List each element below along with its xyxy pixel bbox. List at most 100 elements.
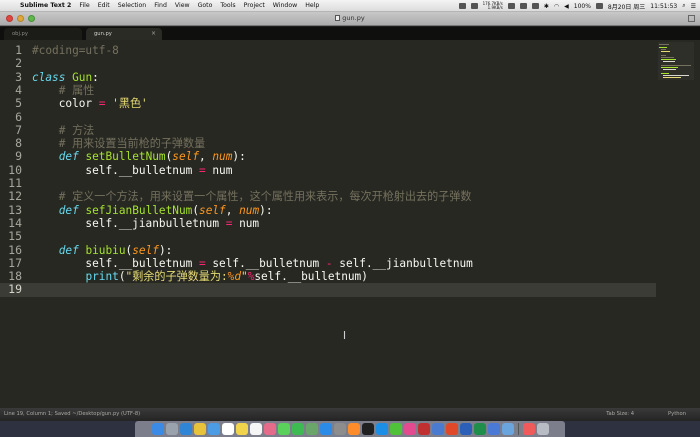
menu-help[interactable]: Help xyxy=(301,2,323,9)
code-line[interactable]: 3 class Gun: xyxy=(0,70,656,84)
launchpad-icon[interactable] xyxy=(165,423,178,435)
code-line[interactable]: 6 xyxy=(0,110,656,124)
mail-icon[interactable] xyxy=(207,423,220,435)
reminders-icon[interactable] xyxy=(249,423,262,435)
settings-icon[interactable] xyxy=(333,423,346,435)
menubar-date[interactable]: 8月20日 周三 xyxy=(608,2,645,11)
code-line[interactable]: 9 def setBulletNum(self, num): xyxy=(0,150,656,164)
menu-window[interactable]: Window xyxy=(269,2,301,9)
minimap[interactable] xyxy=(658,42,694,80)
code-line[interactable]: 1 #coding=utf-8 xyxy=(0,43,656,57)
search-icon[interactable]: ⌕ xyxy=(682,2,685,10)
line-source[interactable]: self.__jianbulletnum = num xyxy=(32,217,259,230)
chrome-icon[interactable] xyxy=(193,423,206,435)
code-area[interactable]: 1 #coding=utf-8 2 3 class Gun: 4 # 属性 5 color … xyxy=(0,40,656,408)
bluetooth-icon[interactable]: ✱ xyxy=(544,3,549,10)
line-source[interactable]: # 用来设置当前枪的子弹数量 xyxy=(32,137,205,150)
battery-icon[interactable] xyxy=(595,3,603,9)
terminal-icon[interactable] xyxy=(361,423,374,435)
code-line[interactable]: 7 # 方法 xyxy=(0,123,656,137)
status-app-icon[interactable] xyxy=(470,3,478,9)
code-line[interactable]: 5 color = '黑色' xyxy=(0,96,656,110)
code-line[interactable]: 12 # 定义一个方法，用来设置一个属性，这个属性用来表示，每次开枪射出去的子弹… xyxy=(0,189,656,204)
code-line[interactable]: 16 def biubiu(self): xyxy=(0,242,656,257)
line-source[interactable]: class Gun: xyxy=(32,71,99,84)
code-line[interactable]: 18 print("剩余的子弹数量为:%d"%self.__bulletnum) xyxy=(0,269,656,283)
code-line[interactable]: 8 # 用来设置当前枪的子弹数量 xyxy=(0,136,656,150)
calendar-icon[interactable] xyxy=(221,423,234,435)
line-source[interactable]: self.__bulletnum = num xyxy=(32,164,232,177)
photos-icon[interactable] xyxy=(263,423,276,435)
line-source[interactable]: def sefJianBulletNum(self, num): xyxy=(32,204,273,217)
code-token: # 定义一个方法，用来设置一个属性，这个属性用来表示，每次开枪射出去的子弹数 xyxy=(58,190,472,204)
menu-view[interactable]: View xyxy=(171,2,194,9)
line-source[interactable]: color = '黑色' xyxy=(32,97,148,110)
line-source[interactable]: # 属性 xyxy=(32,84,95,97)
volume-icon[interactable]: ◀ xyxy=(564,3,569,10)
menu-selection[interactable]: Selection xyxy=(114,2,151,9)
network-speed[interactable]: 176.7KB/s 1.9KB/s xyxy=(483,2,503,10)
status-app-icon[interactable] xyxy=(507,3,515,9)
line-source[interactable]: def setBulletNum(self, num): xyxy=(32,150,246,163)
menu-tools[interactable]: Tools xyxy=(216,2,239,9)
syntax-selector[interactable]: Python xyxy=(668,408,686,421)
facetime-icon[interactable] xyxy=(291,423,304,435)
safari-icon[interactable] xyxy=(179,423,192,435)
line-source[interactable]: print("剩余的子弹数量为:%d"%self.__bulletnum) xyxy=(32,270,367,283)
menu-file[interactable]: File xyxy=(75,2,93,9)
code-line[interactable]: 13 def sefJianBulletNum(self, num): xyxy=(0,203,656,217)
status-app-icon[interactable] xyxy=(531,3,539,9)
menu-goto[interactable]: Goto xyxy=(194,2,217,9)
messages-icon[interactable] xyxy=(277,423,290,435)
code-line[interactable]: 4 # 属性 xyxy=(0,83,656,97)
status-app-icon[interactable] xyxy=(458,3,466,9)
notification-center-icon[interactable]: ☰ xyxy=(691,3,696,10)
wechat-icon[interactable] xyxy=(389,423,402,435)
line-number: 16 xyxy=(8,242,22,257)
tab-obj-py[interactable]: obj.py xyxy=(4,28,82,40)
finder-icon[interactable] xyxy=(151,423,164,435)
code-line[interactable]: 2 xyxy=(0,56,656,70)
line-source[interactable]: # 方法 xyxy=(32,124,95,137)
line-source[interactable]: def biubiu(self): xyxy=(32,244,173,257)
line-source[interactable]: #coding=utf-8 xyxy=(32,44,119,57)
code-line[interactable]: 10 self.__bulletnum = num xyxy=(0,163,656,177)
code-line[interactable]: 11 xyxy=(0,176,656,190)
battery-percent[interactable]: 100% xyxy=(574,3,591,10)
line-source[interactable]: self.__bulletnum = self.__bulletnum - se… xyxy=(32,256,472,270)
code-line[interactable]: 15 xyxy=(0,229,656,243)
status-app-icon[interactable] xyxy=(519,3,527,9)
code-line[interactable]: 17 self.__bulletnum = self.__bulletnum -… xyxy=(0,256,656,270)
line-source[interactable]: # 定义一个方法，用来设置一个属性，这个属性用来表示，每次开枪射出去的子弹数 xyxy=(32,190,472,204)
wifi-icon[interactable]: ◠ xyxy=(554,3,559,10)
excel-icon[interactable] xyxy=(473,423,486,435)
code-editor[interactable]: 1 #coding=utf-8 2 3 class Gun: 4 # 属性 5 color … xyxy=(0,40,700,408)
tab-size-selector[interactable]: Tab Size: 4 xyxy=(606,408,634,421)
code-line[interactable]: 19 xyxy=(0,283,656,297)
code-token: = xyxy=(198,256,206,270)
keynote-icon[interactable] xyxy=(487,423,500,435)
window-title-bar[interactable]: gun.py xyxy=(0,12,700,26)
code-line[interactable]: 14 self.__jianbulletnum = num xyxy=(0,216,656,230)
menu-app-name[interactable]: Sublime Text 2 xyxy=(14,2,75,9)
tab-close-icon[interactable]: × xyxy=(151,28,156,40)
maps-icon[interactable] xyxy=(305,423,318,435)
sublime-icon[interactable] xyxy=(347,423,360,435)
app-store-icon[interactable] xyxy=(319,423,332,435)
office-icon[interactable] xyxy=(445,423,458,435)
preview-icon[interactable] xyxy=(501,423,514,435)
word-icon[interactable] xyxy=(459,423,472,435)
trash-icon[interactable] xyxy=(536,423,549,435)
menu-project[interactable]: Project xyxy=(240,2,269,9)
menu-edit[interactable]: Edit xyxy=(94,2,114,9)
notes-icon[interactable] xyxy=(235,423,248,435)
music-icon[interactable] xyxy=(522,423,535,435)
video-icon[interactable] xyxy=(417,423,430,435)
qq-icon[interactable] xyxy=(375,423,388,435)
fullscreen-icon[interactable] xyxy=(688,15,695,22)
itunes-icon[interactable] xyxy=(403,423,416,435)
menubar-time[interactable]: 11:51:53 xyxy=(650,3,677,10)
xcode-icon[interactable] xyxy=(431,423,444,435)
tab-gun-py[interactable]: gun.py × xyxy=(86,28,162,40)
menu-find[interactable]: Find xyxy=(150,2,171,9)
